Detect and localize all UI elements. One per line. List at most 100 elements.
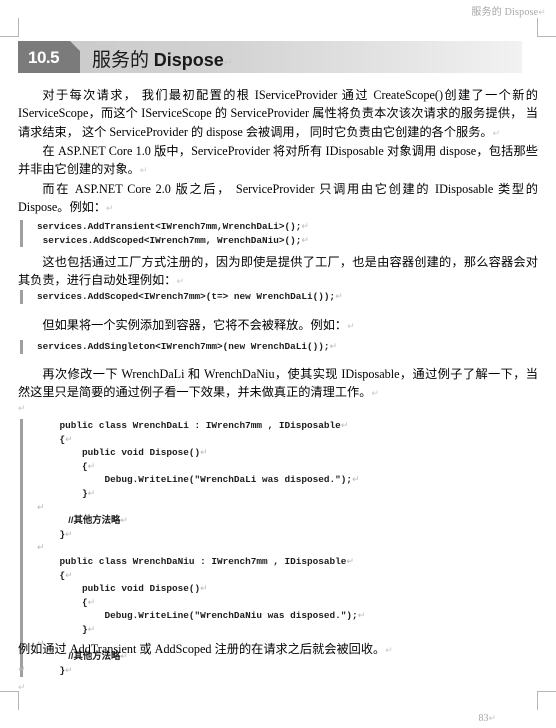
pilcrow-mark: ↵	[347, 321, 355, 331]
paragraph-7: 例如通过 AddTransient 或 AddScoped 注册的在请求之后就会…	[18, 640, 538, 659]
code-line: }↵	[37, 623, 365, 637]
code-line: Debug.WriteLine("WrenchDaLi was disposed…	[37, 473, 365, 487]
paragraph-7-wrap: 例如通过 AddTransient 或 AddScoped 注册的在请求之后就会…	[18, 640, 538, 659]
pilcrow-mark: ↵	[65, 664, 73, 675]
code-line-text: Debug.WriteLine("WrenchDaLi was disposed…	[37, 474, 353, 486]
code-line: }↵	[37, 664, 365, 678]
pilcrow-mark: ↵	[37, 542, 45, 553]
page-number-text: 83	[478, 713, 489, 724]
code-block-1: services.AddTransient<IWrench7mm,WrenchD…	[20, 220, 309, 248]
pilcrow-mark: ↵	[385, 645, 393, 655]
pilcrow-mark: ↵	[87, 623, 96, 634]
crop-mark-bottom-right	[537, 691, 556, 710]
paragraph-1-text: 对于每次请求， 我们最初配置的根 IServiceProvider 通过 Cre…	[18, 88, 538, 139]
code-block-3: services.AddSingleton<IWrench7mm>(new Wr…	[20, 340, 337, 354]
running-header-text: 服务的 Dispose	[471, 7, 539, 18]
pilcrow-mark: ↵	[371, 388, 379, 399]
paragraph-2: 在 ASP.NET Core 1.0 版中，ServiceProvider 将对…	[18, 142, 538, 180]
paragraph-4-text: 这也包括通过工厂方式注册的，因为即使是提供了工厂，也是由容器创建的，那么容器会对…	[18, 255, 538, 288]
code-line-text: }	[37, 664, 66, 676]
pilcrow-mark: ↵	[18, 664, 26, 674]
code-line-text: {	[37, 460, 88, 472]
code-line: {↵	[37, 460, 365, 474]
section-number: 10.5	[28, 48, 60, 67]
paragraph-5-wrap: 但如果将一个实例添加到容器，它将不会被释放。例如：↵	[18, 316, 538, 335]
code-block-2: services.AddScoped<IWrench7mm>(t=> new W…	[20, 290, 343, 304]
section-title-en: Dispose	[153, 50, 224, 70]
empty-paragraph-mark-1: ↵	[18, 400, 26, 415]
code-line-text: {	[37, 596, 88, 608]
code-line-text: public void Dispose()	[37, 447, 201, 459]
code-line: public void Dispose()↵	[37, 446, 365, 460]
code-line-text: }	[37, 487, 88, 499]
code-line: Debug.WriteLine("WrenchDaNiu was dispose…	[37, 609, 366, 623]
code-line-text: public class WrenchDaLi : IWrench7mm , I…	[37, 420, 341, 431]
pilcrow-mark: ↵	[340, 420, 349, 430]
pilcrow-mark: ↵	[87, 487, 96, 498]
paragraph-2-wrap: 在 ASP.NET Core 1.0 版中，ServiceProvider 将对…	[18, 142, 538, 180]
section-title: 服务的 Dispose↵	[92, 45, 233, 72]
code-line: ↵	[37, 541, 365, 555]
code-line-text: services.AddSingleton<IWrench7mm>(new Wr…	[37, 341, 330, 352]
paragraph-4-wrap: 这也包括通过工厂方式注册的，因为即使是提供了工厂，也是由容器创建的，那么容器会对…	[18, 253, 538, 291]
paragraph-3-text: 而在 ASP.NET Core 2.0 版之后， ServiceProvider…	[18, 182, 538, 215]
code-line-text: Debug.WriteLine("WrenchDaNiu was dispose…	[37, 610, 358, 622]
code-line-text: {	[37, 433, 66, 445]
crop-mark-bottom-left	[0, 691, 19, 710]
pilcrow-mark: ↵	[200, 583, 208, 594]
pilcrow-mark: ↵	[87, 596, 96, 607]
code-line-text: {	[37, 569, 66, 581]
code-line: ↵	[37, 501, 365, 515]
code-line: public class WrenchDaNiu : IWrench7mm , …	[37, 555, 365, 569]
empty-paragraph-mark-3: ↵	[18, 679, 26, 694]
code-line: }↵	[37, 528, 365, 542]
code-line-text: public void Dispose()	[37, 583, 201, 595]
pilcrow-mark: ↵	[176, 276, 184, 287]
paragraph-6: 再次修改一下 WrenchDaLi 和 WrenchDaNiu，使其实现 IDi…	[18, 365, 538, 403]
paragraph-5-text: 但如果将一个实例添加到容器，它将不会被释放。例如：	[42, 318, 348, 332]
paragraph-7-text: 例如通过 AddTransient 或 AddScoped 注册的在请求之后就会…	[18, 642, 386, 656]
pilcrow-mark: ↵	[18, 682, 26, 692]
paragraph-6-text: 再次修改一下 WrenchDaLi 和 WrenchDaNiu，使其实现 IDi…	[18, 367, 538, 400]
code-line-text: //其他方法略	[37, 514, 121, 526]
paragraph-5: 但如果将一个实例添加到容器，它将不会被释放。例如：↵	[18, 316, 538, 335]
pilcrow-mark: ↵	[139, 165, 148, 176]
code-line-text: services.AddScoped<IWrench7mm>(t=> new W…	[37, 291, 336, 302]
pilcrow-mark: ↵	[492, 127, 501, 138]
pilcrow-mark: ↵	[346, 555, 354, 566]
code-line-text: }	[37, 623, 88, 635]
pilcrow-mark: ↵	[301, 234, 309, 245]
pilcrow-mark: ↵	[87, 460, 96, 471]
code-line: {↵	[37, 569, 365, 583]
code-line: }↵	[37, 487, 365, 501]
pilcrow-mark: ↵	[223, 57, 234, 69]
code-line: public void Dispose()↵	[37, 582, 365, 596]
code-line-text: public class WrenchDaNiu : IWrench7mm , …	[37, 555, 347, 567]
code-line: {↵	[37, 433, 365, 447]
code-line: {↵	[37, 596, 365, 610]
paragraph-1-wrap: 对于每次请求， 我们最初配置的根 IServiceProvider 通过 Cre…	[18, 86, 538, 142]
paragraph-3-wrap: 而在 ASP.NET Core 2.0 版之后， ServiceProvider…	[18, 180, 538, 218]
pilcrow-mark: ↵	[352, 474, 360, 485]
section-title-cn: 服务的	[92, 50, 154, 71]
pilcrow-mark: ↵	[357, 610, 366, 621]
pilcrow-mark: ↵	[106, 203, 114, 214]
paragraph-1: 对于每次请求， 我们最初配置的根 IServiceProvider 通过 Cre…	[18, 86, 538, 142]
pilcrow-mark: ↵	[120, 515, 128, 526]
page-number: 83↵	[478, 713, 496, 724]
pilcrow-mark: ↵	[65, 433, 73, 444]
pilcrow-mark: ↵	[329, 341, 338, 351]
code-line: services.AddScoped<IWrench7mm>(t=> new W…	[37, 290, 343, 304]
pilcrow-mark: ↵	[335, 291, 343, 301]
paragraph-3: 而在 ASP.NET Core 2.0 版之后， ServiceProvider…	[18, 180, 538, 218]
empty-paragraph-mark-2: ↵	[18, 661, 26, 676]
code-line: public class WrenchDaLi : IWrench7mm , I…	[37, 419, 365, 433]
paragraph-2-text: 在 ASP.NET Core 1.0 版中，ServiceProvider 将对…	[18, 144, 538, 177]
crop-mark-top-left	[0, 18, 19, 37]
pilcrow-mark: ↵	[18, 403, 26, 413]
paragraph-4: 这也包括通过工厂方式注册的，因为即使是提供了工厂，也是由容器创建的，那么容器会对…	[18, 253, 538, 291]
code-line-text: services.AddScoped<IWrench7mm, WrenchDaN…	[37, 234, 302, 246]
pilcrow-mark: ↵	[301, 221, 309, 231]
pilcrow-mark: ↵	[538, 7, 546, 17]
pilcrow-mark: ↵	[488, 713, 496, 723]
